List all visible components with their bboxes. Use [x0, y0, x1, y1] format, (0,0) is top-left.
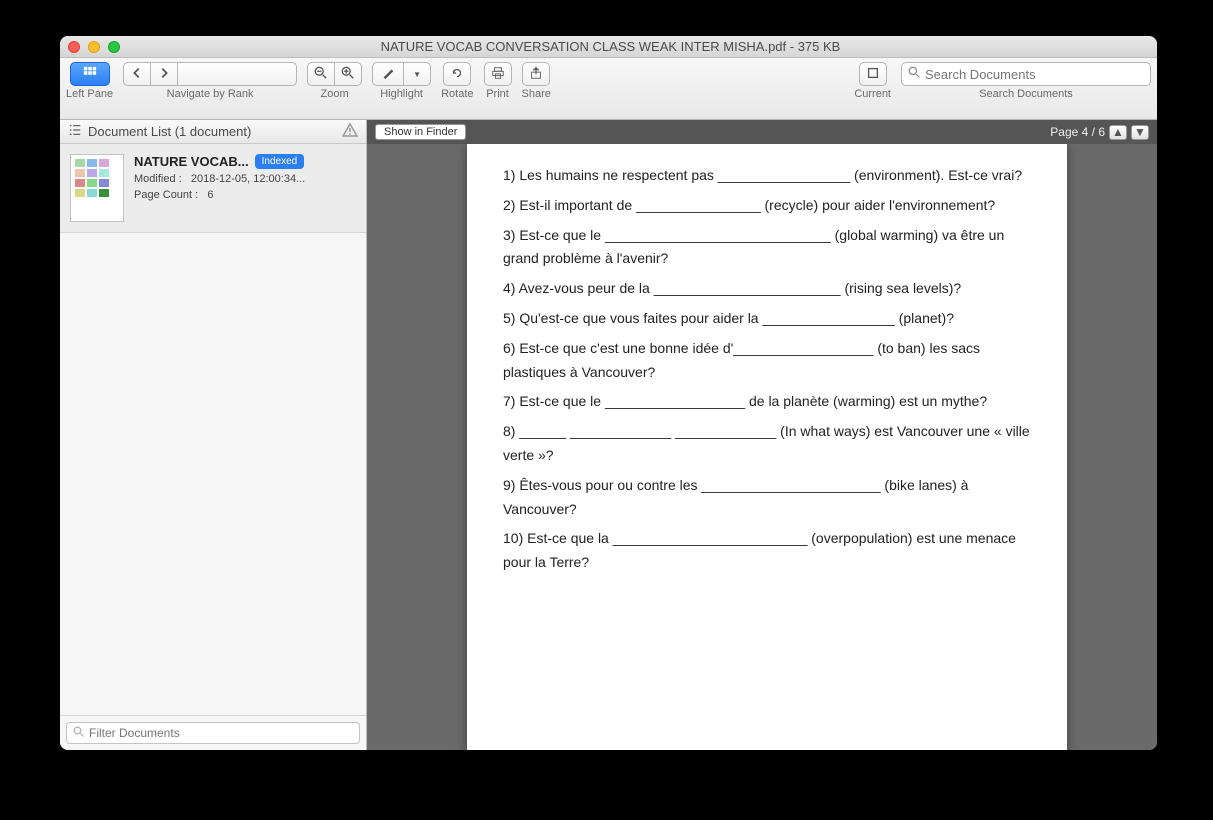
document-line: 4) Avez-vous peur de la ________________… [503, 277, 1031, 301]
current-button[interactable] [859, 62, 887, 86]
list-icon [68, 123, 82, 140]
left-pane-group: Left Pane [66, 62, 113, 100]
filter-field[interactable] [66, 722, 360, 744]
search-group: Search Documents [901, 62, 1151, 100]
search-icon [908, 66, 921, 82]
show-in-finder-button[interactable]: Show in Finder [375, 124, 466, 140]
search-icon [73, 726, 85, 741]
highlight-button[interactable] [372, 62, 404, 86]
pagecount-label: Page Count : [134, 189, 198, 201]
zoom-group: Zoom [307, 62, 362, 100]
sidebar: Document List (1 document) NATURE VOCAB.… [60, 120, 367, 750]
zoom-out-icon [314, 66, 328, 83]
highlighter-icon [381, 66, 395, 83]
document-line: 2) Est-il important de ________________ … [503, 194, 1031, 218]
document-thumbnail [70, 154, 124, 222]
document-entry[interactable]: NATURE VOCAB... Indexed Modified : 2018-… [60, 144, 366, 233]
square-icon [866, 66, 880, 83]
nav-back[interactable] [123, 62, 151, 86]
print-icon [491, 66, 505, 83]
window-title: NATURE VOCAB CONVERSATION CLASS WEAK INT… [120, 39, 1101, 54]
body: Document List (1 document) NATURE VOCAB.… [60, 120, 1157, 750]
triangle-up-icon: ▲ [1112, 125, 1124, 139]
rotate-label: Rotate [441, 88, 473, 100]
chevron-left-icon [130, 66, 144, 83]
navigate-label: Navigate by Rank [167, 88, 254, 100]
pdf-page: 1) Les humains ne respectent pas _______… [467, 144, 1067, 750]
zoom-in-icon [341, 66, 355, 83]
app-window: NATURE VOCAB CONVERSATION CLASS WEAK INT… [60, 36, 1157, 750]
share-icon [529, 66, 543, 83]
pagecount-value: 6 [207, 189, 213, 201]
document-line: 3) Est-ce que le _______________________… [503, 224, 1031, 272]
warning-icon[interactable] [342, 122, 358, 141]
maximize-window[interactable] [108, 41, 120, 53]
highlight-label: Highlight [380, 88, 423, 100]
document-meta: NATURE VOCAB... Indexed Modified : 2018-… [134, 154, 356, 222]
zoom-in[interactable] [334, 62, 362, 86]
search-input[interactable] [925, 67, 1144, 82]
close-window[interactable] [68, 41, 80, 53]
zoom-label: Zoom [321, 88, 349, 100]
filter-input[interactable] [89, 726, 353, 740]
titlebar: NATURE VOCAB CONVERSATION CLASS WEAK INT… [60, 36, 1157, 58]
rotate-button[interactable] [443, 62, 471, 86]
page-down-button[interactable]: ▼ [1131, 125, 1149, 140]
highlight-group: ▼ Highlight [372, 62, 431, 100]
viewer-topbar: Show in Finder Page 4 / 6 ▲ ▼ [367, 120, 1157, 144]
indexed-badge: Indexed [255, 154, 305, 169]
document-line: 5) Qu'est-ce que vous faites pour aider … [503, 307, 1031, 331]
document-line: 8) ______ _____________ _____________ (I… [503, 420, 1031, 468]
chevron-right-icon [157, 66, 171, 83]
document-title: NATURE VOCAB... [134, 154, 249, 169]
viewer-scroll[interactable]: 1) Les humains ne respectent pas _______… [367, 144, 1157, 750]
nav-forward[interactable] [150, 62, 178, 86]
document-list-header: Document List (1 document) [60, 120, 366, 144]
share-group: Share [522, 62, 551, 100]
left-pane-toggle[interactable] [70, 62, 110, 86]
toolbar: Left Pane Navigate by Rank [60, 58, 1157, 120]
search-field[interactable] [901, 62, 1151, 86]
viewer: Show in Finder Page 4 / 6 ▲ ▼ 1) Les hum… [367, 120, 1157, 750]
rotate-group: Rotate [441, 62, 473, 100]
print-label: Print [486, 88, 509, 100]
minimize-window[interactable] [88, 41, 100, 53]
left-pane-label: Left Pane [66, 88, 113, 100]
document-list-title: Document List (1 document) [88, 124, 251, 139]
share-button[interactable] [522, 62, 550, 86]
page-up-button[interactable]: ▲ [1109, 125, 1127, 140]
nav-rank-field[interactable] [177, 62, 297, 86]
document-line: 10) Est-ce que la ______________________… [503, 527, 1031, 575]
zoom-out[interactable] [307, 62, 335, 86]
page-number: Page 4 / 6 [1050, 125, 1105, 139]
document-line: 7) Est-ce que le __________________ de l… [503, 390, 1031, 414]
chevron-down-icon: ▼ [413, 70, 421, 79]
triangle-down-icon: ▼ [1134, 125, 1146, 139]
print-group: Print [484, 62, 512, 100]
print-button[interactable] [484, 62, 512, 86]
navigate-group: Navigate by Rank [123, 62, 297, 100]
window-controls [68, 41, 120, 53]
share-label: Share [522, 88, 551, 100]
page-indicator: Page 4 / 6 ▲ ▼ [1050, 125, 1149, 140]
modified-label: Modified : [134, 173, 182, 185]
highlight-dropdown[interactable]: ▼ [403, 62, 431, 86]
rotate-icon [450, 66, 464, 83]
modified-value: 2018-12-05, 12:00:34... [191, 173, 305, 185]
grid-icon [83, 66, 97, 83]
document-line: 1) Les humains ne respectent pas _______… [503, 164, 1031, 188]
current-label: Current [854, 88, 891, 100]
search-label: Search Documents [979, 88, 1073, 100]
current-group: Current [854, 62, 891, 100]
filter-bar [60, 715, 366, 750]
document-line: 6) Est-ce que c'est une bonne idée d'___… [503, 337, 1031, 385]
document-line: 9) Êtes-vous pour ou contre les ________… [503, 474, 1031, 522]
